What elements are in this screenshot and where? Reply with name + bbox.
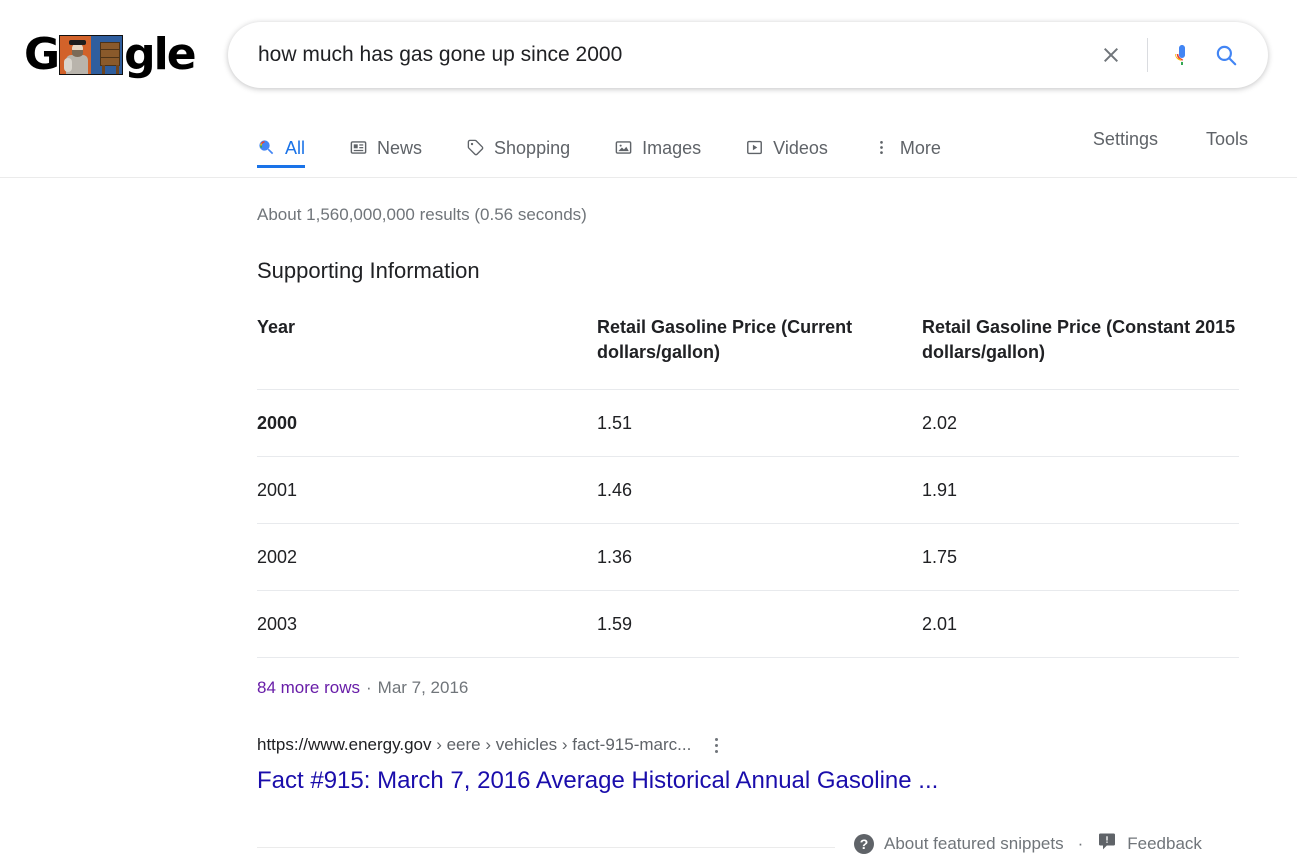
kebab-dot-1 (714, 737, 718, 741)
tools-link[interactable]: Tools (1206, 129, 1248, 149)
kebab-dot-2 (714, 743, 718, 747)
table-header-constant: Retail Gasoline Price (Constant 2015 dol… (922, 317, 1236, 362)
more-rows-separator: · (365, 678, 372, 697)
video-icon (745, 138, 764, 157)
microphone-icon[interactable] (1160, 33, 1204, 77)
doodle-cabinet-shelf-1 (101, 49, 120, 50)
doodle-cabinet-leg-right (116, 65, 120, 74)
result-url-domain: https://www.energy.gov (257, 735, 432, 754)
table-row: 2002 1.36 1.75 (257, 523, 1239, 591)
table-row: 2003 1.59 2.01 (257, 590, 1239, 657)
page-header: G gle (0, 0, 1297, 110)
doodle-figure-arm (64, 58, 73, 72)
result-title-link[interactable]: Fact #915: March 7, 2016 Average Histori… (257, 766, 938, 796)
footer-divider (257, 847, 835, 848)
result-url-path: › eere › vehicles › fact-915-marc... (431, 735, 692, 754)
logo-letter-g: G (24, 29, 60, 80)
tab-label-images: Images (642, 137, 702, 158)
cell-year: 2000 (257, 389, 597, 457)
cell-constant: 1.75 (922, 523, 1239, 591)
cell-current: 1.59 (597, 590, 922, 657)
cell-current: 1.46 (597, 456, 922, 524)
more-vertical-icon (872, 138, 891, 157)
feedback-link[interactable]: Feedback (1097, 831, 1202, 856)
image-icon (614, 138, 633, 157)
kebab-menu-icon[interactable] (705, 734, 727, 756)
search-result: https://www.energy.gov › eere › vehicles… (257, 734, 1297, 796)
table-row: 2000 1.51 2.02 (257, 389, 1239, 457)
feedback-icon (1097, 831, 1117, 856)
main-content: About 1,560,000,000 results (0.56 second… (0, 178, 1297, 865)
doodle-figure-hat (69, 40, 87, 45)
tab-label-all: All (285, 137, 306, 158)
table-header-year: Year (257, 317, 296, 337)
feedback-label: Feedback (1127, 833, 1202, 853)
nav-right-links: Settings Tools (1045, 129, 1297, 149)
search-box[interactable] (228, 22, 1268, 88)
search-icon (257, 138, 276, 157)
table-row: 2001 1.46 1.91 (257, 456, 1239, 524)
logo-letters-gle: gle (124, 29, 196, 80)
about-featured-snippets-link[interactable]: ? About featured snippets (854, 833, 1064, 854)
cell-current: 1.36 (597, 523, 922, 591)
close-icon[interactable] (1089, 33, 1133, 77)
tab-shopping[interactable]: Shopping (466, 110, 570, 166)
snippet-footer: ? About featured snippets · Feedback (257, 825, 1239, 865)
tab-videos[interactable]: Videos (745, 110, 828, 166)
result-url-row: https://www.energy.gov › eere › vehicles… (257, 734, 1297, 756)
result-url[interactable]: https://www.energy.gov › eere › vehicles… (257, 734, 691, 756)
tab-all[interactable]: All (257, 110, 306, 168)
footer-separator: · (1077, 833, 1084, 853)
search-icon[interactable] (1204, 33, 1248, 77)
tab-label-more: More (899, 137, 941, 158)
table-bottom-divider (257, 657, 1239, 658)
search-nav-bar: All News Shopping Images Videos More Set… (0, 110, 1297, 178)
tab-label-videos: Videos (773, 137, 828, 158)
google-logo[interactable]: G gle (24, 28, 197, 82)
tab-label-shopping: Shopping (494, 137, 571, 158)
doodle-cabinet (100, 42, 121, 66)
table-header-row: Year Retail Gasoline Price (Current doll… (257, 315, 1239, 390)
snippet-heading: Supporting Information (257, 258, 480, 283)
kebab-dot-3 (714, 749, 718, 753)
cell-year: 2003 (257, 590, 597, 657)
cell-constant: 2.01 (922, 590, 1239, 657)
active-tab-underline (257, 165, 306, 168)
search-input[interactable] (228, 41, 1089, 69)
search-tabs: All News Shopping Images Videos More (257, 110, 985, 177)
doodle-cabinet-leg-left (102, 65, 106, 74)
news-icon (349, 138, 368, 157)
help-circle-icon: ? (854, 833, 874, 854)
tab-news[interactable]: News (349, 110, 422, 166)
results-count: About 1,560,000,000 results (0.56 second… (257, 205, 587, 224)
tab-label-news: News (377, 137, 423, 158)
settings-link[interactable]: Settings (1093, 129, 1158, 149)
supporting-information-table: Year Retail Gasoline Price (Current doll… (257, 315, 1239, 657)
doodle-cabinet-shelf-2 (101, 57, 120, 58)
more-rows-row: 84 more rows · Mar 7, 2016 (257, 678, 1297, 698)
cell-constant: 1.91 (922, 456, 1239, 524)
about-featured-snippets-label: About featured snippets (884, 833, 1064, 853)
cell-year: 2002 (257, 523, 597, 591)
google-doodle-icon[interactable] (59, 35, 124, 75)
tab-images[interactable]: Images (614, 110, 701, 166)
more-rows-link[interactable]: 84 more rows (257, 678, 360, 697)
cell-current: 1.51 (597, 389, 922, 457)
tab-more[interactable]: More (872, 110, 941, 166)
snippet-date: Mar 7, 2016 (377, 678, 469, 697)
footer-links: ? About featured snippets · Feedback (854, 831, 1202, 856)
search-divider (1147, 38, 1148, 72)
cell-constant: 2.02 (922, 389, 1239, 457)
tag-icon (466, 138, 485, 157)
cell-year: 2001 (257, 456, 597, 524)
table-header-current: Retail Gasoline Price (Current dollars/g… (597, 317, 853, 362)
